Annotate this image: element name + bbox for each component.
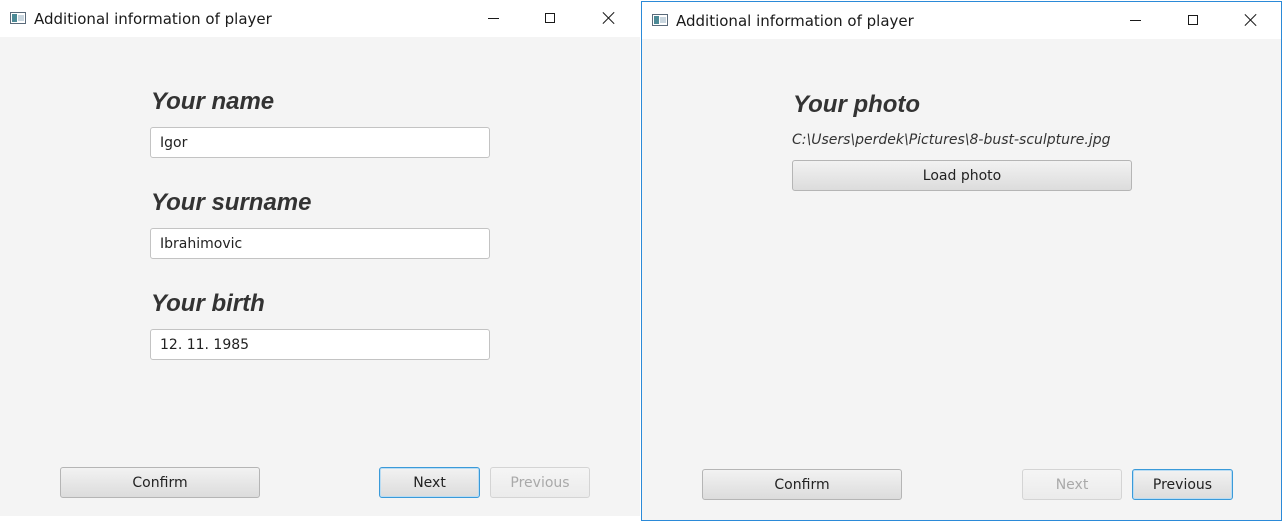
title-bar[interactable]: Additional information of player [642, 2, 1281, 39]
player-info-window-left: Additional information of player Your na… [0, 0, 640, 516]
load-photo-button[interactable]: Load photo [792, 160, 1132, 191]
photo-heading: Your photo [793, 91, 921, 118]
window-title: Additional information of player [676, 12, 914, 30]
confirm-button[interactable]: Confirm [702, 469, 902, 500]
maximize-button[interactable] [1170, 2, 1216, 38]
confirm-button[interactable]: Confirm [60, 467, 260, 498]
close-button[interactable] [586, 0, 632, 36]
next-button: Next [1022, 469, 1122, 500]
maximize-icon [545, 13, 555, 23]
maximize-button[interactable] [527, 0, 573, 36]
minimize-button[interactable] [470, 0, 516, 36]
birth-heading: Your birth [151, 290, 265, 317]
app-icon [652, 14, 668, 26]
close-icon [1244, 13, 1258, 27]
app-icon [10, 12, 26, 24]
surname-heading: Your surname [151, 189, 312, 216]
title-bar[interactable]: Additional information of player [0, 0, 640, 37]
minimize-button[interactable] [1112, 2, 1158, 38]
minimize-icon [487, 17, 499, 19]
close-button[interactable] [1228, 2, 1274, 38]
name-field[interactable] [150, 127, 490, 158]
window-title: Additional information of player [34, 10, 272, 28]
minimize-icon [1129, 19, 1141, 21]
surname-field[interactable] [150, 228, 490, 259]
maximize-icon [1188, 15, 1198, 25]
birth-field[interactable] [150, 329, 490, 360]
previous-button[interactable]: Previous [1132, 469, 1233, 500]
next-button[interactable]: Next [379, 467, 480, 498]
photo-path: C:\Users\perdek\Pictures\8-bust-sculptur… [792, 132, 1111, 148]
close-icon [602, 11, 616, 25]
player-info-window-right: Additional information of player Your ph… [641, 1, 1282, 521]
name-heading: Your name [151, 88, 275, 115]
previous-button: Previous [490, 467, 590, 498]
